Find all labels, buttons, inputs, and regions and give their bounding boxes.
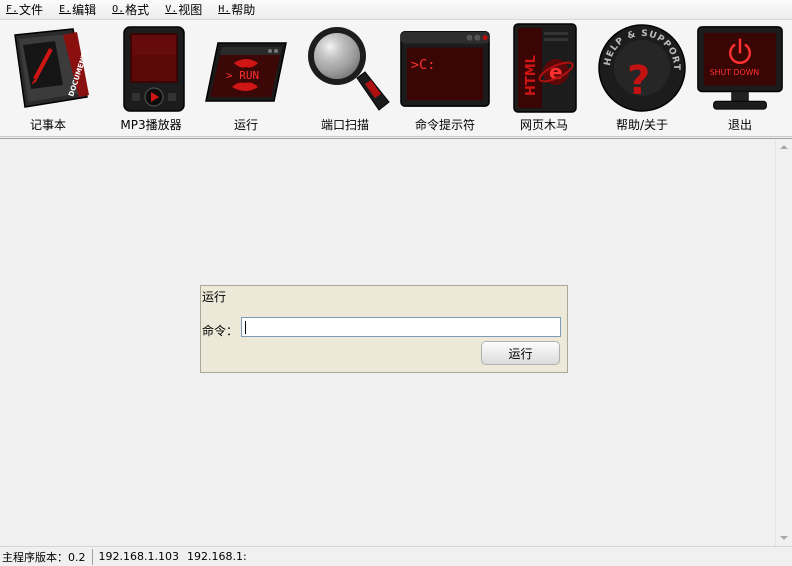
status-ip-local: 192.168.1.103 bbox=[98, 550, 179, 563]
main-workspace: 运行 命令： 运行 bbox=[0, 138, 792, 546]
status-ip-target: 192.168.1: bbox=[186, 550, 247, 563]
tool-web-trojan-label: 网页木马 bbox=[519, 118, 568, 132]
tool-mp3-player-label: MP3播放器 bbox=[120, 118, 182, 132]
menu-file[interactable]: F. 文件 bbox=[0, 0, 51, 20]
tool-command-prompt[interactable]: >C: 命令提示符 bbox=[397, 20, 493, 137]
menu-view-accel: V. bbox=[165, 4, 178, 15]
status-version: 主程序版本：0.2 bbox=[2, 550, 86, 564]
documents-icon: DOCUMENTS bbox=[2, 22, 94, 114]
run-dialog-title: 运行 bbox=[202, 290, 227, 304]
status-bar: 主程序版本：0.2 192.168.1.103 192.168.1: bbox=[0, 546, 792, 566]
vertical-scrollbar[interactable] bbox=[775, 139, 792, 546]
magnifier-icon bbox=[299, 22, 391, 114]
tool-run[interactable]: > RUN 运行 bbox=[198, 20, 294, 137]
command-label: 命令： bbox=[202, 324, 239, 338]
menu-file-accel: F. bbox=[6, 4, 19, 15]
menu-help-label: 帮助 bbox=[231, 3, 256, 17]
html-ie-icon-text: HTML bbox=[524, 55, 539, 96]
text-caret bbox=[245, 321, 246, 334]
tool-web-trojan[interactable]: HTML e 网页木马 bbox=[496, 20, 592, 137]
shutdown-icon-text: SHUT DOWN bbox=[710, 68, 760, 77]
scroll-down-arrow-icon[interactable] bbox=[780, 536, 788, 540]
run-icon-text: > RUN bbox=[226, 69, 259, 82]
help-support-icon: HELP & SUPPORT ? bbox=[596, 22, 688, 114]
tool-port-scan[interactable]: 端口扫描 bbox=[297, 20, 393, 137]
command-prompt-icon-text: >C: bbox=[411, 57, 436, 73]
command-prompt-icon: >C: bbox=[399, 22, 491, 114]
menu-bar: F. 文件 E. 编辑 O. 格式 V. 视图 H. 帮助 bbox=[0, 0, 792, 20]
menu-view[interactable]: V. 视图 bbox=[157, 0, 210, 20]
menu-help[interactable]: H. 帮助 bbox=[210, 0, 263, 20]
html-ie-icon: HTML e bbox=[498, 22, 590, 114]
mp3-player-icon bbox=[105, 22, 197, 114]
tool-notepad[interactable]: DOCUMENTS 记事本 bbox=[0, 20, 96, 137]
menu-file-label: 文件 bbox=[19, 3, 44, 17]
tool-help-about[interactable]: HELP & SUPPORT ? 帮助/关于 bbox=[594, 20, 690, 137]
run-dialog: 运行 命令： 运行 bbox=[200, 285, 568, 373]
tool-help-about-label: 帮助/关于 bbox=[615, 118, 669, 132]
menu-format[interactable]: O. 格式 bbox=[104, 0, 157, 20]
shutdown-icon: SHUT DOWN bbox=[694, 22, 786, 114]
status-divider bbox=[91, 548, 93, 565]
tool-mp3-player[interactable]: MP3播放器 bbox=[103, 20, 199, 137]
tool-run-label: 运行 bbox=[233, 118, 258, 132]
menu-format-accel: O. bbox=[112, 4, 125, 15]
svg-text:?: ? bbox=[627, 58, 650, 104]
tool-command-prompt-label: 命令提示符 bbox=[414, 118, 475, 132]
tool-notepad-label: 记事本 bbox=[29, 118, 66, 132]
tool-exit-label: 退出 bbox=[727, 118, 752, 132]
menu-edit[interactable]: E. 编辑 bbox=[51, 0, 104, 20]
menu-format-label: 格式 bbox=[125, 3, 150, 17]
run-button[interactable]: 运行 bbox=[481, 341, 560, 365]
menu-edit-accel: E. bbox=[59, 4, 72, 15]
menu-help-accel: H. bbox=[218, 4, 231, 15]
command-input[interactable] bbox=[241, 317, 561, 337]
tool-exit[interactable]: SHUT DOWN 退出 bbox=[692, 20, 788, 137]
tool-port-scan-label: 端口扫描 bbox=[320, 118, 369, 132]
toolbar: DOCUMENTS 记事本 MP3播放器 > RUN 运行 端口扫描 >C: 命… bbox=[0, 20, 792, 137]
menu-view-label: 视图 bbox=[178, 3, 203, 17]
scroll-up-arrow-icon[interactable] bbox=[780, 145, 788, 149]
run-icon: > RUN bbox=[200, 22, 292, 114]
menu-edit-label: 编辑 bbox=[72, 3, 97, 17]
